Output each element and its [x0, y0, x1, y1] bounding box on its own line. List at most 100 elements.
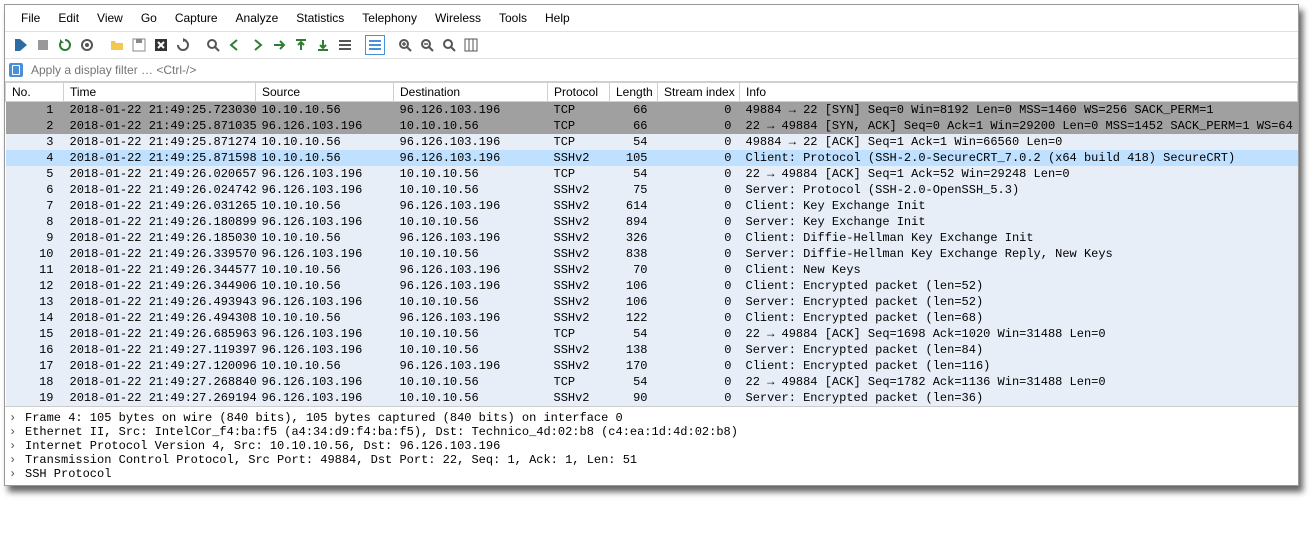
packet-details-pane[interactable]: ›Frame 4: 105 bytes on wire (840 bits), … [5, 407, 1298, 485]
menu-edit[interactable]: Edit [50, 9, 87, 27]
cell-proto: SSHv2 [548, 294, 610, 310]
go-to-packet-icon[interactable] [269, 35, 289, 55]
menu-wireless[interactable]: Wireless [427, 9, 489, 27]
column-header-row[interactable]: No. Time Source Destination Protocol Len… [6, 83, 1298, 102]
detail-tcp[interactable]: ›Transmission Control Protocol, Src Port… [7, 453, 1296, 467]
cell-no: 19 [6, 390, 64, 406]
start-capture-icon[interactable] [11, 35, 31, 55]
cell-dst: 10.10.10.56 [394, 182, 548, 198]
cell-proto: SSHv2 [548, 230, 610, 246]
display-filter-input[interactable] [27, 61, 1294, 79]
menu-file[interactable]: File [13, 9, 48, 27]
auto-scroll-icon[interactable] [335, 35, 355, 55]
packet-row[interactable]: 22018-01-22 21:49:25.87103596.126.103.19… [6, 118, 1298, 134]
packet-row[interactable]: 102018-01-22 21:49:26.33957096.126.103.1… [6, 246, 1298, 262]
menu-tools[interactable]: Tools [491, 9, 535, 27]
cell-no: 7 [6, 198, 64, 214]
cell-time: 2018-01-22 21:49:26.180899 [64, 214, 256, 230]
find-packet-icon[interactable] [203, 35, 223, 55]
packet-row[interactable]: 72018-01-22 21:49:26.03126510.10.10.5696… [6, 198, 1298, 214]
cell-proto: SSHv2 [548, 198, 610, 214]
save-file-icon[interactable] [129, 35, 149, 55]
cell-dst: 10.10.10.56 [394, 374, 548, 390]
cell-time: 2018-01-22 21:49:25.871598 [64, 150, 256, 166]
packet-row[interactable]: 32018-01-22 21:49:25.87127410.10.10.5696… [6, 134, 1298, 150]
packet-row[interactable]: 132018-01-22 21:49:26.49394396.126.103.1… [6, 294, 1298, 310]
go-back-icon[interactable] [225, 35, 245, 55]
packet-row[interactable]: 162018-01-22 21:49:27.11939796.126.103.1… [6, 342, 1298, 358]
packet-row[interactable]: 92018-01-22 21:49:26.18503010.10.10.5696… [6, 230, 1298, 246]
cell-len: 54 [610, 166, 658, 182]
zoom-out-icon[interactable] [417, 35, 437, 55]
zoom-reset-icon[interactable] [439, 35, 459, 55]
cell-no: 1 [6, 102, 64, 119]
col-dest[interactable]: Destination [394, 83, 548, 102]
packet-row[interactable]: 62018-01-22 21:49:26.02474296.126.103.19… [6, 182, 1298, 198]
menu-statistics[interactable]: Statistics [288, 9, 352, 27]
reload-file-icon[interactable] [173, 35, 193, 55]
detail-ssh[interactable]: ›SSH Protocol [7, 467, 1296, 481]
menu-analyze[interactable]: Analyze [228, 9, 287, 27]
capture-options-icon[interactable] [77, 35, 97, 55]
packet-row[interactable]: 82018-01-22 21:49:26.18089996.126.103.19… [6, 214, 1298, 230]
colorize-icon[interactable] [365, 35, 385, 55]
menu-view[interactable]: View [89, 9, 131, 27]
cell-proto: SSHv2 [548, 342, 610, 358]
col-stream[interactable]: Stream index [658, 83, 740, 102]
packet-list[interactable]: No. Time Source Destination Protocol Len… [5, 82, 1298, 407]
packet-row[interactable]: 192018-01-22 21:49:27.26919496.126.103.1… [6, 390, 1298, 406]
cell-len: 138 [610, 342, 658, 358]
packet-row[interactable]: 142018-01-22 21:49:26.49430810.10.10.569… [6, 310, 1298, 326]
cell-proto: SSHv2 [548, 246, 610, 262]
col-info[interactable]: Info [740, 83, 1298, 102]
filter-bar [5, 59, 1298, 82]
cell-src: 10.10.10.56 [256, 150, 394, 166]
packet-row[interactable]: 182018-01-22 21:49:27.26884096.126.103.1… [6, 374, 1298, 390]
close-file-icon[interactable] [151, 35, 171, 55]
cell-info: Server: Protocol (SSH-2.0-OpenSSH_5.3) [740, 182, 1298, 198]
open-file-icon[interactable] [107, 35, 127, 55]
menu-capture[interactable]: Capture [167, 9, 226, 27]
cell-src: 96.126.103.196 [256, 342, 394, 358]
cell-si: 0 [658, 262, 740, 278]
packet-row[interactable]: 112018-01-22 21:49:26.34457710.10.10.569… [6, 262, 1298, 278]
cell-len: 66 [610, 102, 658, 119]
zoom-in-icon[interactable] [395, 35, 415, 55]
resize-columns-icon[interactable] [461, 35, 481, 55]
restart-capture-icon[interactable] [55, 35, 75, 55]
packet-row[interactable]: 12018-01-22 21:49:25.72303010.10.10.5696… [6, 102, 1298, 119]
packet-row[interactable]: 42018-01-22 21:49:25.87159810.10.10.5696… [6, 150, 1298, 166]
cell-info: Client: New Keys [740, 262, 1298, 278]
stop-capture-icon[interactable] [33, 35, 53, 55]
cell-si: 0 [658, 310, 740, 326]
go-forward-icon[interactable] [247, 35, 267, 55]
cell-no: 13 [6, 294, 64, 310]
cell-src: 96.126.103.196 [256, 294, 394, 310]
packet-row[interactable]: 152018-01-22 21:49:26.68596396.126.103.1… [6, 326, 1298, 342]
go-first-icon[interactable] [291, 35, 311, 55]
menu-help[interactable]: Help [537, 9, 578, 27]
col-no[interactable]: No. [6, 83, 64, 102]
cell-no: 2 [6, 118, 64, 134]
cell-time: 2018-01-22 21:49:26.344906 [64, 278, 256, 294]
cell-dst: 96.126.103.196 [394, 358, 548, 374]
cell-len: 105 [610, 150, 658, 166]
menu-telephony[interactable]: Telephony [354, 9, 425, 27]
go-last-icon[interactable] [313, 35, 333, 55]
col-proto[interactable]: Protocol [548, 83, 610, 102]
cell-proto: TCP [548, 134, 610, 150]
bookmark-filter-icon[interactable] [9, 63, 23, 77]
packet-row[interactable]: 122018-01-22 21:49:26.34490610.10.10.569… [6, 278, 1298, 294]
cell-time: 2018-01-22 21:49:27.119397 [64, 342, 256, 358]
packet-row[interactable]: 52018-01-22 21:49:26.02065796.126.103.19… [6, 166, 1298, 182]
detail-ethernet[interactable]: ›Ethernet II, Src: IntelCor_f4:ba:f5 (a4… [7, 425, 1296, 439]
col-length[interactable]: Length [610, 83, 658, 102]
menu-go[interactable]: Go [133, 9, 165, 27]
packet-row[interactable]: 172018-01-22 21:49:27.12009610.10.10.569… [6, 358, 1298, 374]
detail-ip[interactable]: ›Internet Protocol Version 4, Src: 10.10… [7, 439, 1296, 453]
detail-frame[interactable]: ›Frame 4: 105 bytes on wire (840 bits), … [7, 411, 1296, 425]
cell-info: Client: Encrypted packet (len=68) [740, 310, 1298, 326]
col-time[interactable]: Time [64, 83, 256, 102]
col-source[interactable]: Source [256, 83, 394, 102]
cell-dst: 96.126.103.196 [394, 278, 548, 294]
